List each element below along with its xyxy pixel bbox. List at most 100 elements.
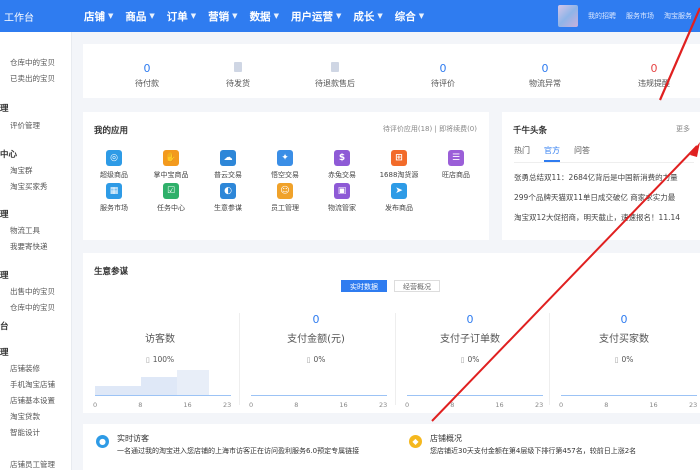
app-label: 1688淘货源: [379, 171, 419, 179]
app-logistics[interactable]: ▣ 物流管家: [315, 183, 369, 213]
sidebar: 仓库中的宝贝 已卖出的宝贝 理 评价管理 中心 淘宝群 淘宝买家秀 理 物流工具…: [0, 32, 72, 470]
chitu-trade-icon: $: [334, 150, 350, 166]
phone-icon: ▯: [614, 356, 619, 364]
sidebar-item[interactable]: 仓库中的宝贝: [10, 302, 55, 313]
app-service-market[interactable]: ▦ 服务市场: [87, 183, 141, 213]
app-wangdian-goods[interactable]: ☰ 旺店商品: [429, 150, 483, 180]
axis-tick-label: 0: [405, 401, 410, 409]
renew-link[interactable]: 即将续费(0): [439, 125, 477, 133]
metric-visitors[interactable]: 访客数 ▯ 100%: [85, 313, 235, 364]
sidebar-item[interactable]: 手机淘宝店铺: [10, 379, 55, 390]
sidebar-item[interactable]: 我要寄快递: [10, 241, 48, 252]
news-item[interactable]: 淘宝双12大促招商，明天截止，速速报名！11.14: [514, 212, 700, 223]
tab-qa[interactable]: 问答: [574, 145, 590, 162]
nav-item-goods[interactable]: 商品 ▼: [119, 0, 160, 32]
chevron-down-icon: ▼: [335, 12, 342, 20]
app-wukong-trade[interactable]: ✦ 悟空交易: [258, 150, 312, 180]
sidebar-item[interactable]: 智能设计: [10, 427, 40, 438]
stat-value-hidden: [198, 62, 278, 76]
top-link[interactable]: 淘宝服务: [664, 11, 692, 21]
axis-tick-label: 8: [138, 401, 143, 409]
sparkline-baseline: [407, 395, 543, 396]
axis-tick-label: 23: [223, 401, 232, 409]
app-cloud-trade[interactable]: ☁ 普云交易: [201, 150, 255, 180]
sidebar-item[interactable]: 淘宝买家秀: [10, 181, 48, 192]
app-label: 发布商品: [385, 204, 413, 212]
chevron-down-icon: ▼: [108, 12, 114, 20]
app-label: 任务中心: [157, 204, 185, 212]
realtime-visitor-title[interactable]: 实时访客: [117, 433, 149, 444]
divider: [239, 313, 240, 405]
tab-official[interactable]: 官方: [544, 145, 560, 162]
axis-tick-label: 0: [249, 401, 254, 409]
sidebar-item[interactable]: 店铺装修: [10, 363, 40, 374]
wukong-trade-icon: ✦: [277, 150, 293, 166]
sidebar-item[interactable]: 仓库中的宝贝: [10, 57, 55, 68]
app-chitu-trade[interactable]: $ 赤兔交易: [315, 150, 369, 180]
sidebar-item[interactable]: 出售中的宝贝: [10, 286, 55, 297]
apps-meta: 待评价应用(18) | 即将续费(0): [382, 125, 477, 133]
chart-bar: [95, 386, 145, 395]
sidebar-section-title: 理: [0, 348, 9, 358]
app-super-goods[interactable]: ◎ 超级商品: [87, 150, 141, 180]
app-business-advisor[interactable]: ◐ 生意参谋: [201, 183, 255, 213]
store-overview-title[interactable]: 店铺概况: [430, 433, 462, 444]
phone-icon: ▯: [145, 356, 150, 364]
stat-violation[interactable]: 0 违规提醒: [614, 62, 694, 89]
user-area: 我的招聘 服务市场 淘宝服务: [558, 0, 700, 32]
stat-pending-shipment[interactable]: 待发货: [198, 62, 278, 89]
stat-value: 0: [541, 62, 549, 75]
nav-item-general[interactable]: 综合 ▼: [389, 0, 430, 32]
sidebar-item[interactable]: 已卖出的宝贝: [10, 73, 55, 84]
news-item[interactable]: 299个品牌天猫双11单日成交破亿 商家求实力最: [514, 192, 700, 203]
nav-item-marketing[interactable]: 营销 ▼: [202, 0, 243, 32]
sidebar-item[interactable]: 淘宝群: [10, 165, 33, 176]
axis-tick-label: 16: [495, 401, 504, 409]
pending-review-link[interactable]: 待评价应用(18): [383, 125, 432, 133]
stat-refund[interactable]: 待退款售后: [295, 62, 375, 89]
app-publish[interactable]: ➤ 发布商品: [372, 183, 426, 213]
app-label: 物流管家: [328, 204, 356, 212]
metric-payment-amount[interactable]: 0 支付金额(元) ▯ 0%: [241, 313, 391, 364]
metric-label: 支付金额(元): [287, 334, 345, 345]
chevron-down-icon: ▼: [149, 12, 155, 20]
metric-value: 0: [620, 313, 628, 326]
app-sourcing[interactable]: ⊞ 1688淘货源: [372, 150, 426, 180]
realtime-data-toggle[interactable]: 实时数据: [341, 280, 387, 292]
stat-logistics-exception[interactable]: 0 物流异常: [505, 62, 585, 89]
app-label: 旺店商品: [442, 171, 470, 179]
nav-item-store[interactable]: 店铺 ▼: [78, 0, 119, 32]
metric-value: [85, 313, 235, 328]
sidebar-section-title: 理: [0, 271, 9, 281]
tab-hot[interactable]: 热门: [514, 145, 530, 162]
stat-pending-payment[interactable]: 0 待付款: [107, 62, 187, 89]
app-staff[interactable]: ☺ 员工管理: [258, 183, 312, 213]
sidebar-item[interactable]: 淘宝贷款: [10, 411, 40, 422]
sidebar-item[interactable]: 物流工具: [10, 225, 40, 236]
top-link[interactable]: 服务市场: [626, 11, 654, 21]
more-link[interactable]: 更多: [676, 124, 690, 134]
nav-item-orders[interactable]: 订单 ▼: [161, 0, 202, 32]
chart-bar: [141, 377, 177, 395]
app-label: 悟空交易: [271, 171, 299, 179]
metric-percent: ▯ 0%: [306, 355, 326, 364]
staff-icon: ☺: [277, 183, 293, 199]
nav-item-data[interactable]: 数据 ▼: [244, 0, 285, 32]
nav-item-user-ops[interactable]: 用户运营 ▼: [285, 0, 347, 32]
sidebar-item[interactable]: 评价管理: [10, 120, 40, 131]
task-center-icon: ☑: [163, 183, 179, 199]
business-overview-toggle[interactable]: 经营概况: [394, 280, 440, 292]
stat-label: 待评价: [431, 79, 455, 88]
nav-item-growth[interactable]: 成长 ▼: [347, 0, 388, 32]
metric-sub-orders[interactable]: 0 支付子订单数 ▯ 0%: [395, 313, 545, 364]
app-palm-goods[interactable]: ✋ 掌中宝商品: [144, 150, 198, 180]
stat-pending-review[interactable]: 0 待评价: [403, 62, 483, 89]
top-link[interactable]: 我的招聘: [588, 11, 616, 21]
news-item[interactable]: 张勇总结双11：2684亿背后是中国新消费的力量: [514, 172, 700, 183]
metric-percent: ▯ 0%: [614, 355, 634, 364]
sidebar-item[interactable]: 店铺基本设置: [10, 395, 55, 406]
app-task-center[interactable]: ☑ 任务中心: [144, 183, 198, 213]
sidebar-item[interactable]: 店铺员工管理: [10, 459, 55, 470]
avatar[interactable]: [558, 5, 578, 27]
metric-buyers[interactable]: 0 支付买家数 ▯ 0%: [549, 313, 699, 364]
